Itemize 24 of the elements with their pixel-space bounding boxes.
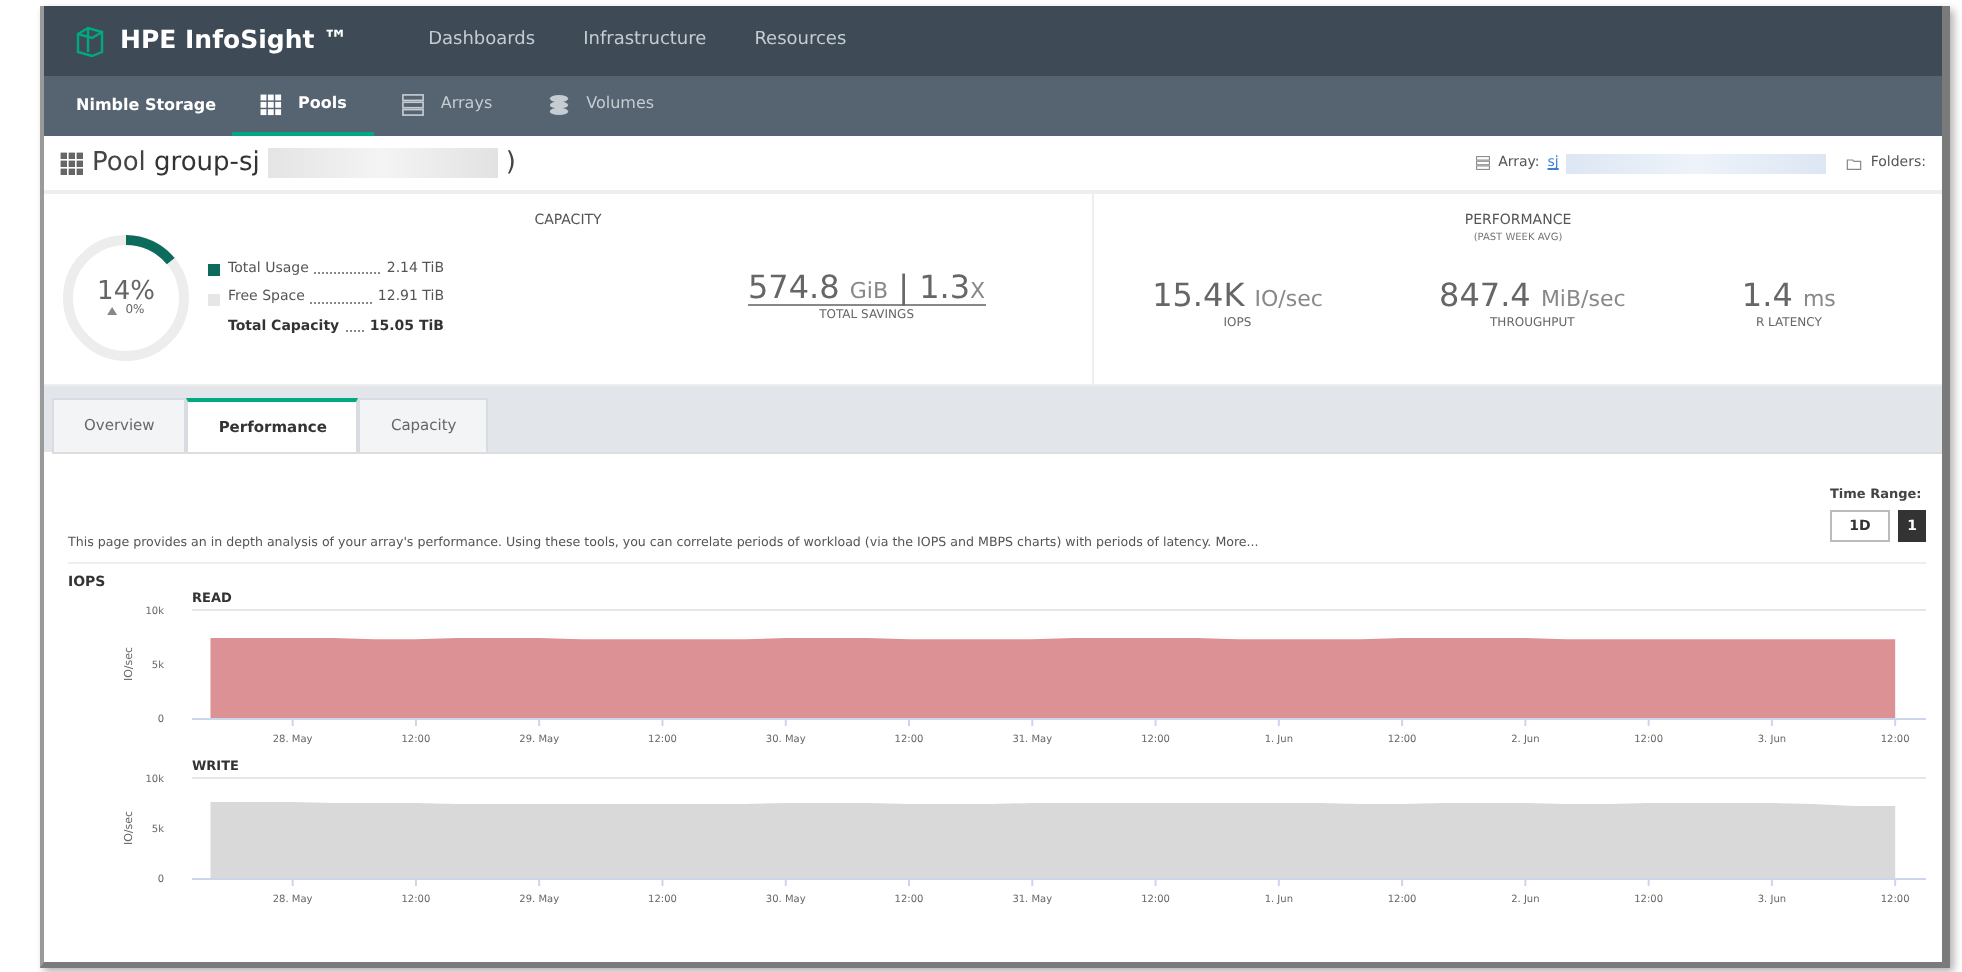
logo-icon (76, 25, 104, 57)
server-rack-icon (1476, 156, 1491, 170)
pool-title-suffix: ) (505, 145, 516, 182)
database-icon (548, 93, 571, 115)
grid-icon (260, 93, 283, 115)
metric-value: 847.4 MiB/sec (1439, 278, 1626, 314)
nav-tab[interactable]: Pools (232, 76, 375, 136)
nav-tab[interactable]: Volumes (520, 76, 683, 136)
usage-percent: 14% (97, 278, 155, 304)
server-rack-icon (402, 93, 425, 115)
savings-value: 574.8 GiB | 1.3X (748, 269, 986, 307)
nav-tab[interactable]: Arrays (374, 76, 521, 136)
metric-value: 15.4K IO/sec (1152, 278, 1323, 314)
nav-link[interactable]: Infrastructure (583, 27, 707, 55)
section-title: Nimble Storage (76, 94, 217, 118)
pool-title: Pool group-sj (92, 145, 260, 182)
folder-icon (1846, 155, 1863, 171)
nav-link[interactable]: Resources (754, 27, 847, 55)
metric-value: 1.4 ms (1741, 278, 1836, 314)
up-arrow-icon (107, 306, 118, 314)
grid-icon (60, 151, 84, 175)
brand-name: HPE InfoSight ™ (120, 22, 349, 59)
usage-donut (60, 231, 192, 363)
nav-link[interactable]: Dashboards (428, 27, 536, 55)
